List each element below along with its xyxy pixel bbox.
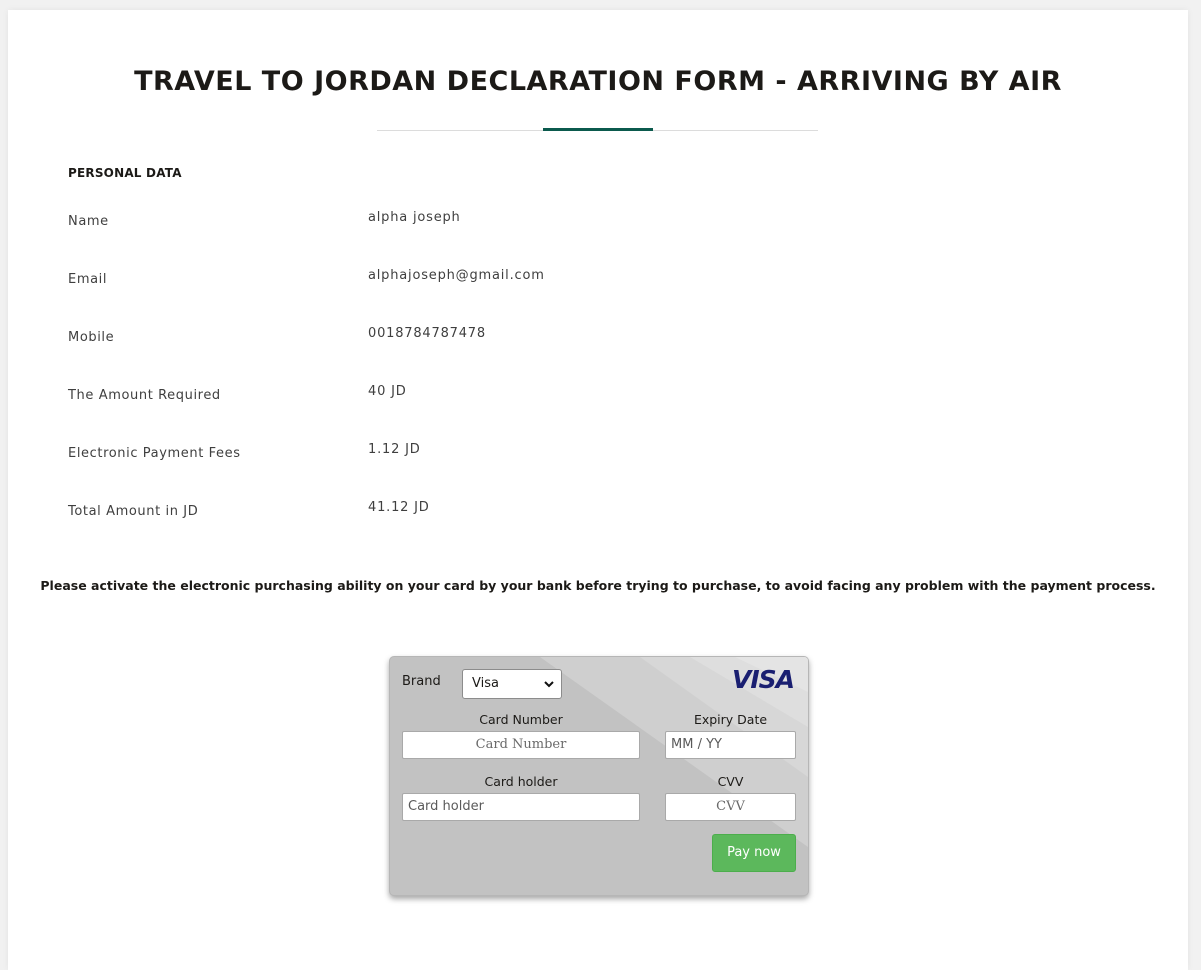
field-label: The Amount Required (68, 388, 221, 403)
expiry-date-label: Expiry Date (693, 712, 768, 727)
field-value: 1.12 JD (368, 442, 421, 457)
page-title: TRAVEL TO JORDAN DECLARATION FORM - ARRI… (134, 66, 1062, 97)
chevron-down-icon (544, 681, 554, 688)
field-row-mobile: Mobile 0018784787478 (68, 326, 768, 356)
card-number-label: Card Number (479, 712, 563, 727)
field-value: alpha joseph (368, 210, 461, 225)
field-value: 0018784787478 (368, 326, 486, 341)
brand-select-value: Visa (472, 676, 499, 691)
cvv-input[interactable]: CVV (665, 793, 796, 821)
title-accent-bar (543, 128, 653, 131)
field-row-payment-fees: Electronic Payment Fees 1.12 JD (68, 442, 768, 472)
pay-now-button[interactable]: Pay now (712, 834, 796, 872)
payment-card-form: Brand Visa VISA Card Number Card Number … (389, 656, 809, 896)
cvv-placeholder: CVV (716, 799, 745, 814)
field-row-name: Name alpha joseph (68, 210, 768, 240)
card-holder-input[interactable]: Card holder (402, 793, 640, 821)
section-heading-personal-data: PERSONAL DATA (68, 166, 182, 180)
field-label: Total Amount in JD (68, 504, 199, 519)
field-label: Mobile (68, 330, 115, 345)
card-number-placeholder: Card Number (475, 737, 567, 752)
brand-select[interactable]: Visa (462, 669, 562, 699)
card-holder-label: Card holder (484, 774, 558, 789)
field-value: 41.12 JD (368, 500, 430, 515)
expiry-date-placeholder: MM / YY (671, 737, 722, 752)
field-value: alphajoseph@gmail.com (368, 268, 545, 283)
field-row-email: Email alphajoseph@gmail.com (68, 268, 768, 298)
expiry-date-input[interactable]: MM / YY (665, 731, 796, 759)
brand-label: Brand (402, 674, 441, 689)
field-label: Electronic Payment Fees (68, 446, 241, 461)
card-number-input[interactable]: Card Number (402, 731, 640, 759)
field-label: Name (68, 214, 109, 229)
cvv-label: CVV (717, 774, 744, 789)
payment-notice: Please activate the electronic purchasin… (40, 578, 1156, 593)
visa-logo-text: VISA (732, 665, 794, 693)
field-value: 40 JD (368, 384, 407, 399)
visa-logo: VISA (730, 663, 800, 693)
page-container: TRAVEL TO JORDAN DECLARATION FORM - ARRI… (8, 10, 1188, 970)
field-row-total-amount: Total Amount in JD 41.12 JD (68, 500, 768, 530)
field-label: Email (68, 272, 108, 287)
card-holder-placeholder: Card holder (408, 799, 484, 814)
field-row-amount-required: The Amount Required 40 JD (68, 384, 768, 414)
